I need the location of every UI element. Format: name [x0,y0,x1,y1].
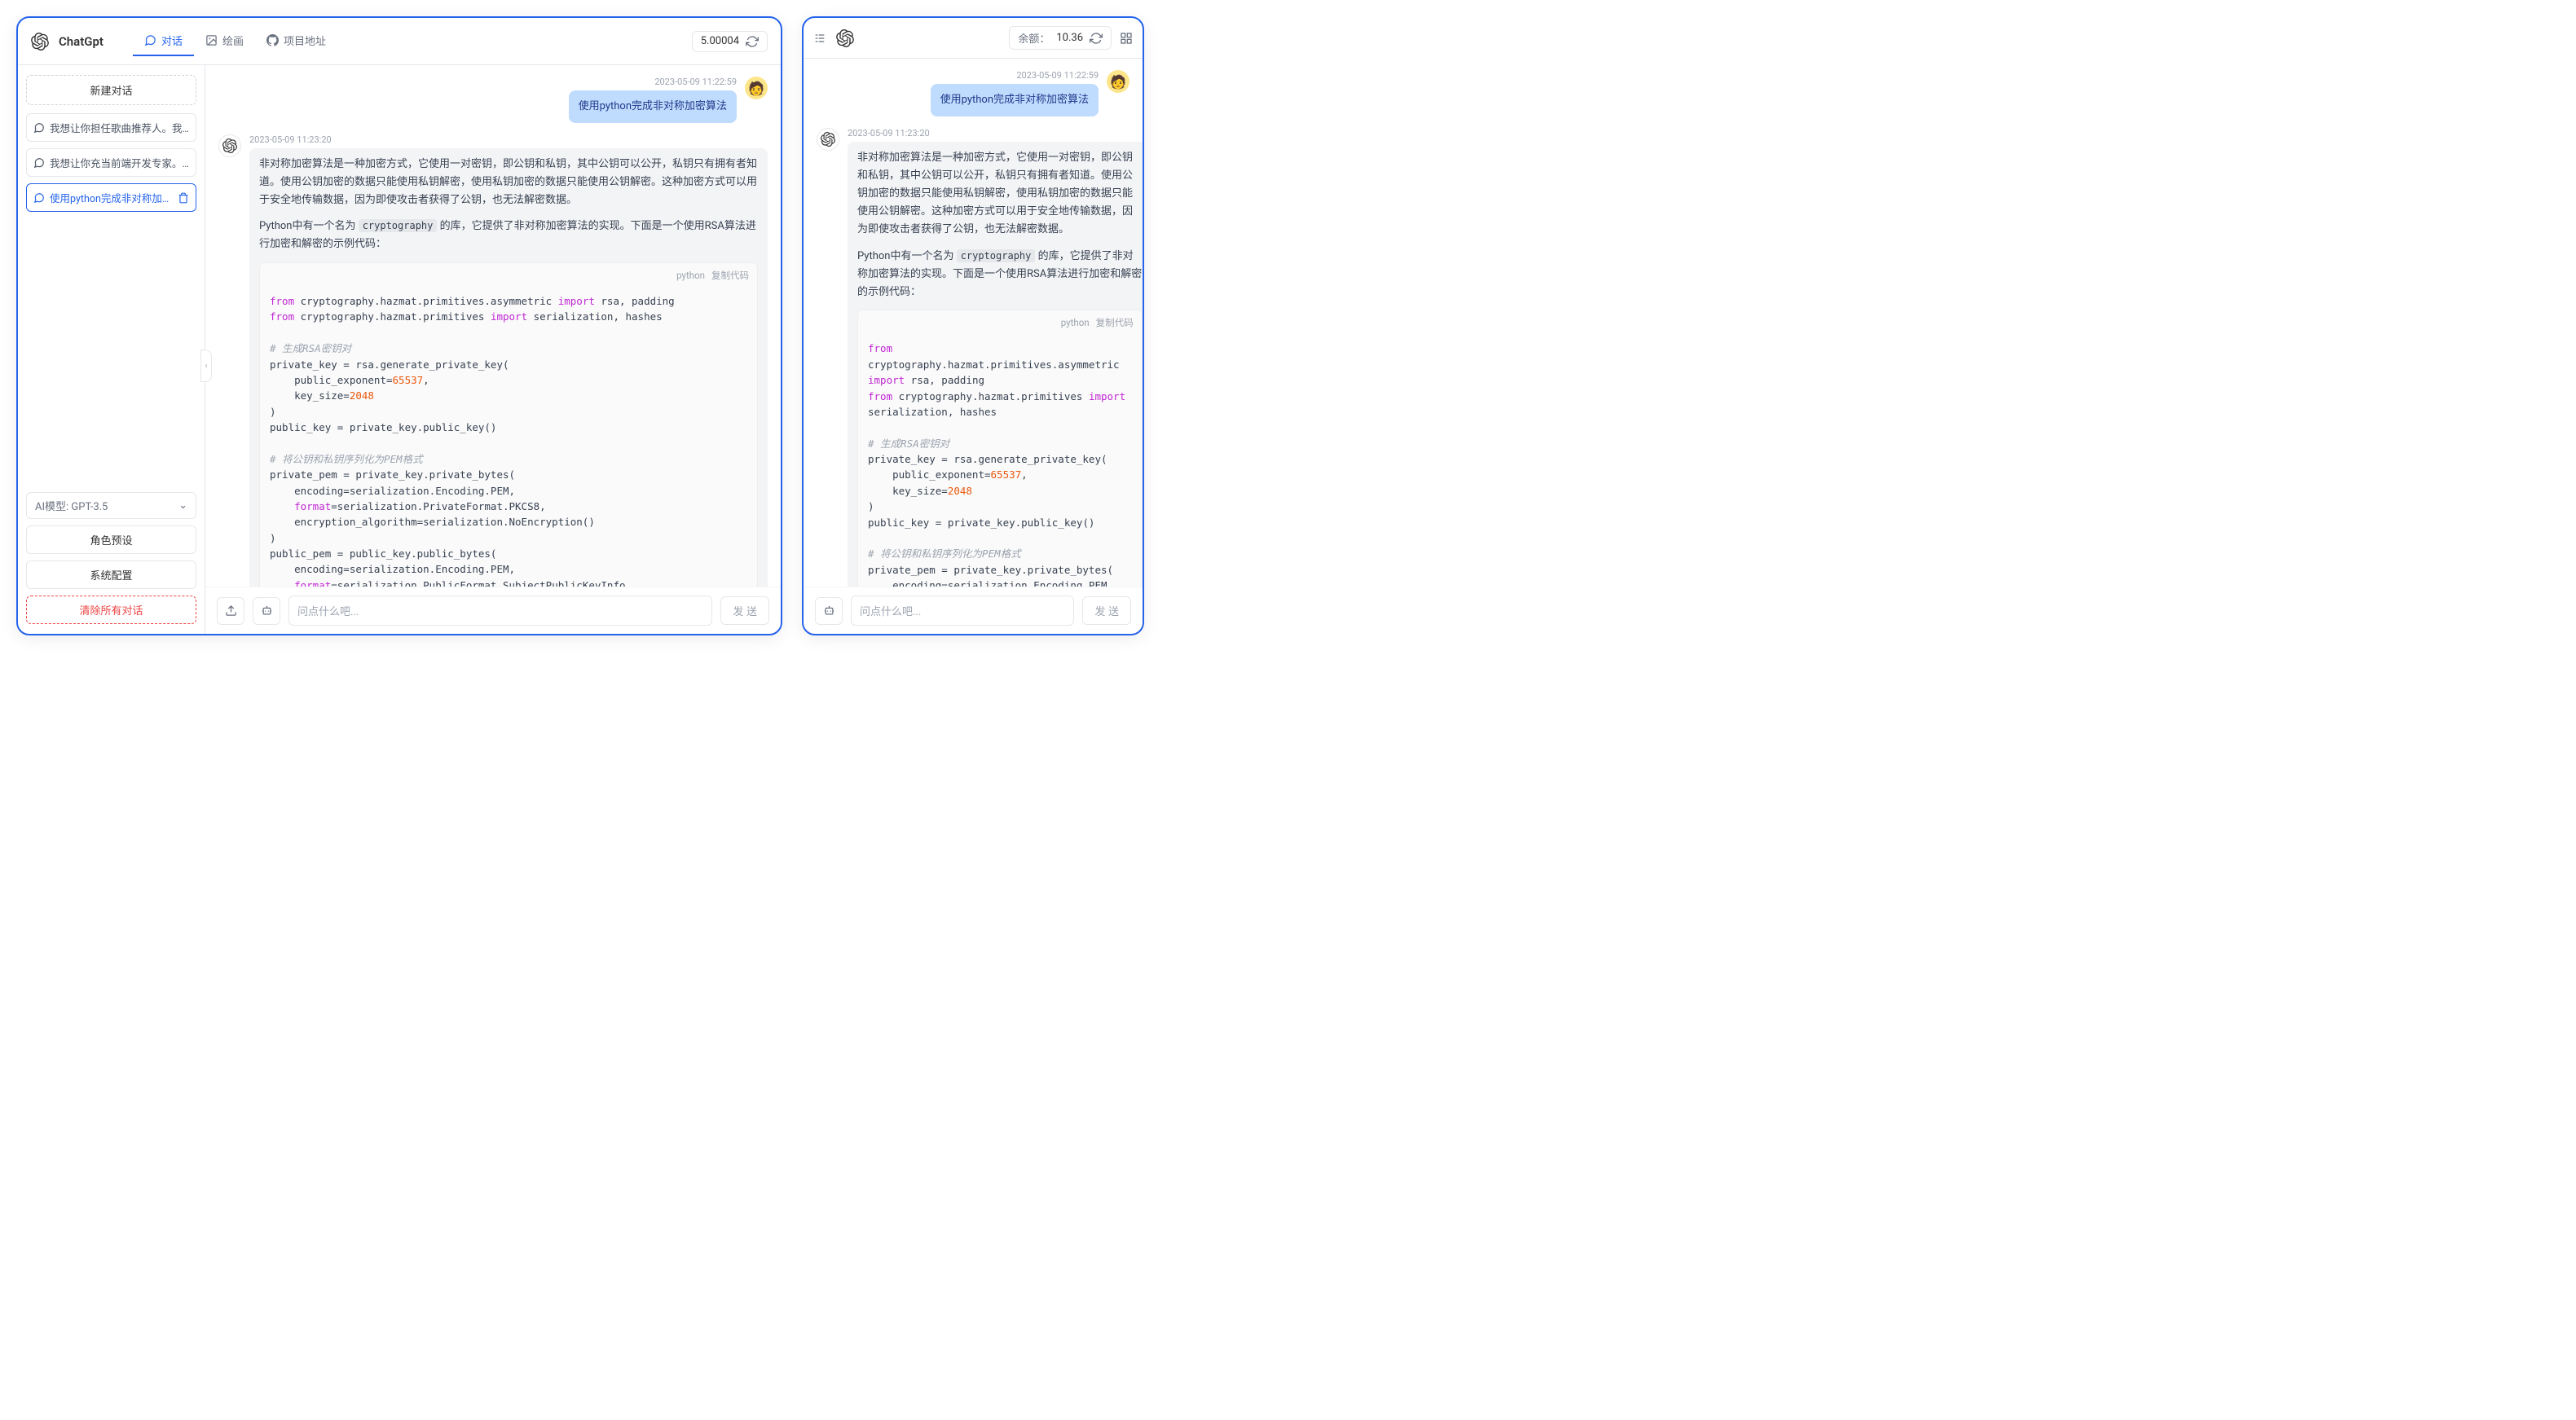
chat-icon [33,122,45,134]
user-avatar-icon: 🧑 [745,77,768,99]
timestamp: 2023-05-09 11:23:20 [848,128,1143,138]
code-lang: python [1061,315,1090,332]
chat-panel: 2023-05-09 11:22:59 使用python完成非对称加密算法 🧑 … [205,65,781,634]
ai-avatar-icon [817,128,839,151]
inline-code: cryptography [359,219,438,232]
balance-value: 5.00004 [701,35,739,47]
message-input[interactable]: 问点什么吧... [288,596,712,626]
message-ai: 2023-05-09 11:23:20 非对称加密算法是一种加密方式，它使用一对… [218,134,768,587]
app-window-narrow: 余额： 10.36 2023-05-09 11:22:59 使用python完成… [802,16,1144,635]
header: 余额： 10.36 [804,18,1143,59]
model-select[interactable]: AI模型: GPT-3.5 ⌄ [26,492,196,519]
ai-paragraph: Python中有一个名为 cryptography 的库，它提供了非对称加密算法… [259,218,758,253]
timestamp: 2023-05-09 11:22:59 [1016,70,1099,81]
code-lang: python [676,268,705,284]
timestamp: 2023-05-09 11:22:59 [654,77,737,87]
trash-icon[interactable] [178,192,189,204]
upload-button[interactable] [217,597,244,625]
messages-scroll[interactable]: 2023-05-09 11:22:59 使用python完成非对称加密算法 🧑 … [205,65,781,587]
code-body: from cryptography.hazmat.primitives.asym… [260,288,757,587]
openai-logo-icon [836,29,854,47]
code-body: from cryptography.hazmat.primitives.asym… [858,336,1142,587]
robot-icon [261,604,273,617]
conversation-label: 我想让你充当前端开发专家。我将... [50,155,189,170]
code-block: python 复制代码 from cryptography.hazmat.pri… [857,310,1143,587]
conversation-label: 我想让你担任歌曲推荐人。我将为... [50,120,189,135]
balance-display: 5.00004 [692,31,768,52]
chat-icon [33,157,45,169]
copy-code-button[interactable]: 复制代码 [711,268,749,284]
grid-icon[interactable] [1120,32,1133,45]
ai-bubble: 非对称加密算法是一种加密方式，它使用一对密钥，即公钥和私钥，其中公钥可以公开，私… [848,142,1143,587]
conversation-item-active[interactable]: 使用python完成非对称加密算法 [26,183,196,212]
send-button[interactable]: 发 送 [1082,596,1131,625]
upload-icon [225,604,237,617]
messages-scroll[interactable]: 2023-05-09 11:22:59 使用python完成非对称加密算法 🧑 … [804,59,1143,587]
balance-display: 余额： 10.36 [1009,26,1112,50]
user-bubble: 使用python完成非对称加密算法 [931,84,1099,117]
robot-button[interactable] [815,597,843,625]
openai-logo-icon [31,33,49,51]
refresh-icon[interactable] [1090,32,1103,45]
conversation-label: 使用python完成非对称加密算法 [50,190,173,205]
copy-code-button[interactable]: 复制代码 [1096,315,1134,332]
chat-icon [33,192,45,204]
ai-paragraph: Python中有一个名为 cryptography 的库，它提供了非对称加密算法… [857,248,1143,301]
ai-paragraph: 非对称加密算法是一种加密方式，它使用一对密钥，即公钥和私钥，其中公钥可以公开，私… [259,156,758,209]
message-input[interactable]: 问点什么吧... [851,596,1074,626]
user-avatar-icon: 🧑 [1107,70,1129,93]
message-ai: 2023-05-09 11:23:20 非对称加密算法是一种加密方式，它使用一对… [817,128,1129,587]
balance-label: 余额： [1018,30,1050,46]
role-preset-button[interactable]: 角色预设 [26,525,196,554]
inline-code: cryptography [957,249,1036,262]
message-user: 2023-05-09 11:22:59 使用python完成非对称加密算法 🧑 [218,77,768,123]
app-title: ChatGpt [59,34,103,49]
ai-bubble: 非对称加密算法是一种加密方式，它使用一对密钥，即公钥和私钥，其中公钥可以公开，私… [249,148,768,587]
balance-value: 10.36 [1056,32,1083,44]
header-tabs: 对话 绘画 项目地址 [133,26,337,56]
refresh-icon[interactable] [746,35,759,48]
send-button[interactable]: 发 送 [720,596,769,625]
user-bubble: 使用python完成非对称加密算法 [569,90,737,123]
conversation-item[interactable]: 我想让你充当前端开发专家。我将... [26,148,196,177]
chevron-down-icon: ⌄ [178,499,187,512]
chat-panel: 2023-05-09 11:22:59 使用python完成非对称加密算法 🧑 … [804,59,1143,634]
input-bar: 问点什么吧... 发 送 [205,587,781,634]
robot-button[interactable] [253,597,280,625]
list-icon[interactable] [813,32,826,45]
app-window-wide: ChatGpt 对话 绘画 项目地址 5.00004 新建对话 我想让你担任歌曲… [16,16,782,635]
code-block: python 复制代码 from cryptography.hazmat.pri… [259,262,758,587]
robot-icon [823,604,835,617]
tab-chat[interactable]: 对话 [133,26,194,56]
model-label: AI模型: GPT-3.5 [35,498,108,513]
header: ChatGpt 对话 绘画 项目地址 5.00004 [18,18,781,65]
conversation-item[interactable]: 我想让你担任歌曲推荐人。我将为... [26,113,196,142]
timestamp: 2023-05-09 11:23:20 [249,134,768,145]
ai-paragraph: 非对称加密算法是一种加密方式，它使用一对密钥，即公钥和私钥，其中公钥可以公开，私… [857,149,1143,239]
tab-paint[interactable]: 绘画 [194,26,255,56]
new-chat-button[interactable]: 新建对话 [26,75,196,105]
sidebar: 新建对话 我想让你担任歌曲推荐人。我将为... 我想让你充当前端开发专家。我将.… [18,65,205,634]
system-config-button[interactable]: 系统配置 [26,561,196,589]
message-user: 2023-05-09 11:22:59 使用python完成非对称加密算法 🧑 [817,70,1129,117]
ai-avatar-icon [218,134,241,157]
clear-all-button[interactable]: 清除所有对话 [26,596,196,624]
tab-repo[interactable]: 项目地址 [255,26,337,56]
input-bar: 问点什么吧... 发 送 [804,587,1143,634]
